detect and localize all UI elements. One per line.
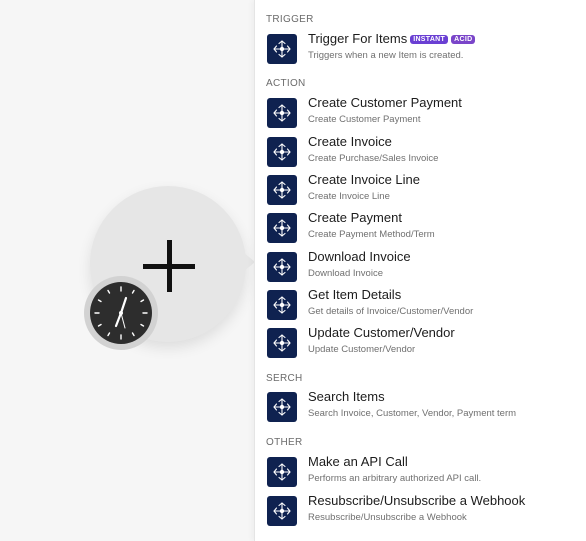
module-picker-panel: TRIGGER Trigger For Items INSTANT ACID Tri…: [254, 0, 586, 541]
module-item-subtitle: Performs an arbitrary authorized API cal…: [308, 473, 482, 484]
module-item-subtitle: Update Customer/Vendor: [308, 344, 416, 355]
module-item-update-customer-vendor[interactable]: Update Customer/Vendor Update Customer/V…: [255, 325, 586, 364]
module-item-subtitle: Get details of Invoice/Customer/Vendor: [308, 306, 474, 317]
app-module-icon: [267, 98, 297, 128]
instant-badge: INSTANT: [410, 35, 449, 44]
module-item-title: Search Items: [308, 389, 385, 404]
module-item-subtitle: Download Invoice: [308, 268, 383, 279]
module-item-title: Get Item Details: [308, 287, 402, 302]
module-item-title: Update Customer/Vendor: [308, 325, 455, 340]
module-item-create-payment[interactable]: Create Payment Create Payment Method/Ter…: [255, 210, 586, 249]
module-item-subtitle: Triggers when a new Item is created.: [308, 50, 464, 61]
app-module-icon: [267, 328, 297, 358]
app-module-icon: [267, 457, 297, 487]
module-item-title: Create Customer Payment: [308, 95, 462, 110]
module-item-create-invoice-line[interactable]: Create Invoice Line Create Invoice Line: [255, 172, 586, 211]
app-module-icon: [267, 392, 297, 422]
app-module-icon: [267, 137, 297, 167]
app-module-icon: [267, 175, 297, 205]
module-item-title: Download Invoice: [308, 249, 411, 264]
clock-icon: [90, 282, 152, 344]
module-item-subtitle: Search Invoice, Customer, Vendor, Paymen…: [308, 408, 517, 419]
module-item-title: Create Invoice: [308, 134, 392, 149]
module-item-search-items[interactable]: Search Items Search Invoice, Customer, V…: [255, 389, 586, 428]
module-item-webhook[interactable]: Resubscribe/Unsubscribe a Webhook Resubs…: [255, 493, 586, 532]
section-title-action: ACTION: [266, 78, 306, 89]
module-item-subtitle: Create Customer Payment: [308, 114, 421, 125]
section-title-other: OTHER: [266, 437, 303, 448]
section-title-search: SERCH: [266, 373, 303, 384]
app-module-icon: [267, 496, 297, 526]
module-item-title: Create Payment: [308, 210, 402, 225]
module-item-title: Resubscribe/Unsubscribe a Webhook: [308, 493, 526, 508]
app-module-icon: [267, 34, 297, 64]
app-module-icon: [267, 252, 297, 282]
acid-badge: ACID: [451, 35, 476, 44]
module-item-subtitle: Create Invoice Line: [308, 191, 390, 202]
module-item-create-invoice[interactable]: Create Invoice Create Purchase/Sales Inv…: [255, 134, 586, 173]
app-module-icon: [267, 213, 297, 243]
schedule-clock-button[interactable]: [84, 276, 158, 350]
module-item-title: Make an API Call: [308, 454, 408, 469]
module-item-download-invoice[interactable]: Download Invoice Download Invoice: [255, 249, 586, 288]
section-title-trigger: TRIGGER: [266, 14, 314, 25]
module-item-create-customer-payment[interactable]: Create Customer Payment Create Customer …: [255, 95, 586, 134]
module-item-make-api-call[interactable]: Make an API Call Performs an arbitrary a…: [255, 454, 586, 493]
module-item-trigger-for-items[interactable]: Trigger For Items INSTANT ACID Triggers wh…: [255, 31, 586, 70]
app-module-icon: [267, 290, 297, 320]
module-item-subtitle: Resubscribe/Unsubscribe a Webhook: [308, 512, 467, 523]
module-item-subtitle: Create Payment Method/Term: [308, 229, 435, 240]
module-item-title: Create Invoice Line: [308, 172, 421, 187]
module-item-get-item-details[interactable]: Get Item Details Get details of Invoice/…: [255, 287, 586, 326]
module-item-subtitle: Create Purchase/Sales Invoice: [308, 153, 439, 164]
module-item-title: Trigger For Items INSTANT ACID: [308, 31, 476, 46]
